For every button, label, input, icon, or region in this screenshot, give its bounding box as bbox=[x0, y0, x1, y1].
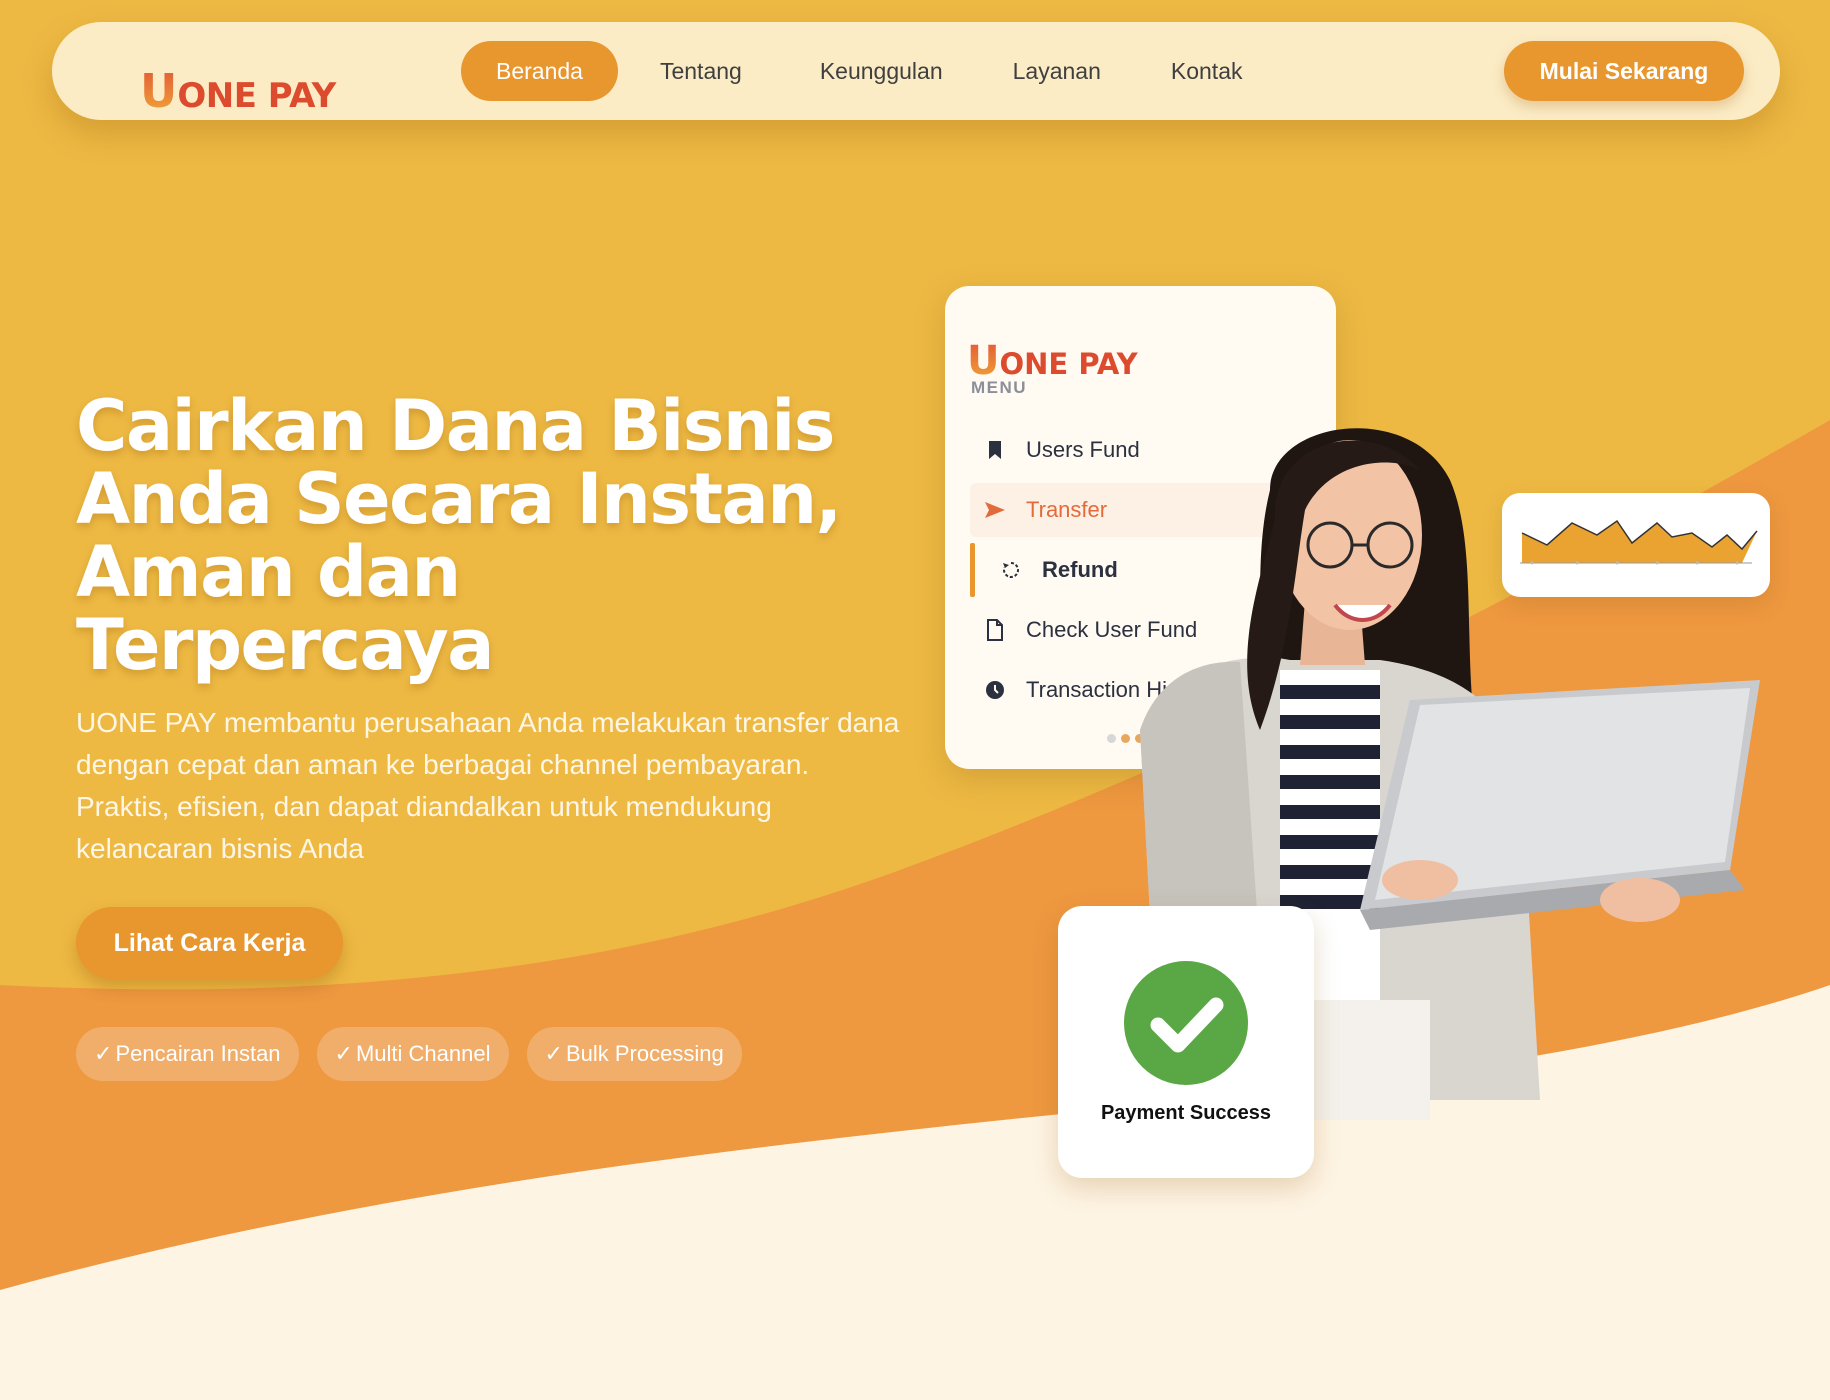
send-icon bbox=[984, 499, 1006, 521]
refresh-icon bbox=[1000, 559, 1022, 581]
logo-mark: U bbox=[140, 64, 178, 118]
check-icon: ✓ bbox=[544, 1041, 563, 1066]
feature-label: Bulk Processing bbox=[565, 1041, 724, 1066]
checkmark-circle-icon bbox=[1124, 961, 1248, 1085]
menu-heading: MENU bbox=[971, 378, 1028, 397]
nav-beranda[interactable]: Beranda bbox=[461, 41, 618, 101]
nav-tentang[interactable]: Tentang bbox=[618, 41, 785, 101]
payment-success-label: Payment Success bbox=[1100, 1102, 1272, 1124]
hero-title-line: Terpercaya bbox=[76, 604, 495, 686]
nav-keunggulan[interactable]: Keunggulan bbox=[785, 41, 978, 101]
feature-pill: ✓ Pencairan Instan bbox=[76, 1027, 299, 1081]
menu-item-label: Refund bbox=[1042, 557, 1118, 582]
bookmark-icon bbox=[984, 439, 1006, 461]
logo-wordmark: ONE PAY bbox=[999, 347, 1138, 381]
clock-icon bbox=[984, 679, 1006, 701]
payment-success-card: Payment Success bbox=[1058, 906, 1314, 1178]
hero-title: Cairkan Dana Bisnis Anda Secara Instan, … bbox=[76, 390, 896, 682]
how-it-works-button[interactable]: Lihat Cara Kerja bbox=[76, 907, 343, 979]
logo-wordmark: ONE PAY bbox=[177, 76, 336, 116]
main-nav: Beranda Tentang Keunggulan Layanan Konta… bbox=[461, 41, 1277, 101]
feature-label: Multi Channel bbox=[355, 1041, 491, 1066]
brand-logo[interactable]: U ONE PAY bbox=[140, 68, 336, 114]
feature-pill: ✓ Multi Channel bbox=[316, 1027, 509, 1081]
hero-title-line: Anda Secara Instan, bbox=[76, 458, 842, 540]
menu-card-logo: U ONE PAY bbox=[967, 341, 1138, 381]
logo-mark: U bbox=[967, 338, 1000, 384]
nav-layanan[interactable]: Layanan bbox=[978, 41, 1136, 101]
menu-item-label: Transfer bbox=[1026, 497, 1108, 522]
feature-pills: ✓ Pencairan Instan ✓ Multi Channel ✓ Bul… bbox=[76, 1027, 742, 1081]
feature-label: Pencairan Instan bbox=[115, 1041, 281, 1066]
hero-title-line: Cairkan Dana Bisnis bbox=[76, 385, 835, 467]
start-now-button[interactable]: Mulai Sekarang bbox=[1504, 41, 1744, 101]
check-icon: ✓ bbox=[334, 1041, 353, 1066]
check-icon: ✓ bbox=[94, 1041, 113, 1066]
nav-kontak[interactable]: Kontak bbox=[1136, 41, 1278, 101]
selected-indicator bbox=[970, 543, 975, 597]
top-navbar: U ONE PAY Beranda Tentang Keunggulan Lay… bbox=[52, 22, 1780, 120]
hero-title-line: Aman dan bbox=[76, 531, 461, 613]
feature-pill: ✓ Bulk Processing bbox=[526, 1027, 742, 1081]
carousel-dot[interactable] bbox=[1107, 734, 1116, 743]
hero-description: UONE PAY membantu perusahaan Anda melaku… bbox=[76, 707, 900, 864]
document-icon bbox=[984, 619, 1006, 641]
